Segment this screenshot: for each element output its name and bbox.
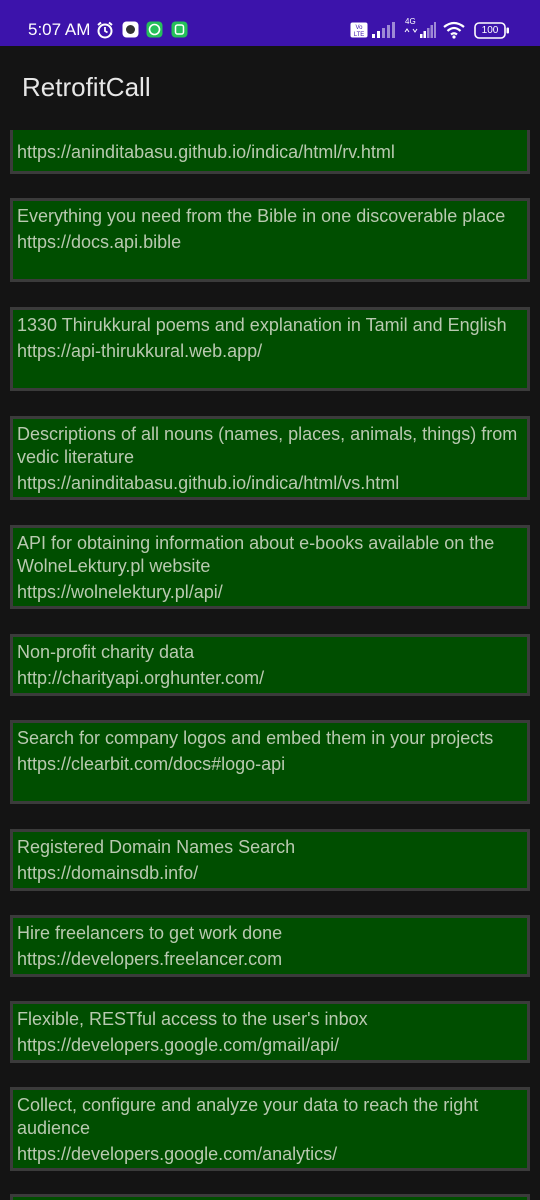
message-icon [171, 21, 188, 38]
item-description: API for obtaining information about e-bo… [17, 533, 495, 576]
volte-icon: Vo LTE [350, 22, 368, 38]
svg-text:LTE: LTE [354, 32, 365, 38]
list-item[interactable]: Hire freelancers to get work done https:… [10, 915, 530, 977]
item-description: Everything you need from the Bible in on… [17, 206, 506, 226]
list-item[interactable]: API for obtaining information about e-bo… [10, 525, 530, 609]
item-url: https://aninditabasu.github.io/indica/ht… [17, 473, 400, 493]
api-list[interactable]: https://aninditabasu.github.io/indica/ht… [0, 130, 540, 1200]
list-item[interactable]: Collect, configure and analyze your data… [10, 1087, 530, 1171]
item-url: https://developers.google.com/gmail/api/ [17, 1035, 340, 1055]
wifi-icon [443, 21, 465, 39]
whatsapp-icon [146, 21, 163, 38]
list-item[interactable]: Registered Domain Names Search https://d… [10, 829, 530, 891]
svg-text:Vo: Vo [355, 25, 363, 31]
list-item[interactable]: Flexible, RESTful access to the user's i… [10, 1001, 530, 1063]
list-item[interactable] [10, 1194, 530, 1200]
alarm-icon [97, 21, 113, 39]
item-description: Search for company logos and embed them … [17, 728, 494, 748]
list-item[interactable]: https://aninditabasu.github.io/indica/ht… [10, 130, 530, 174]
item-description: Flexible, RESTful access to the user's i… [17, 1009, 368, 1029]
list-item[interactable]: Search for company logos and embed them … [10, 720, 530, 804]
item-description: Non-profit charity data [17, 642, 195, 662]
item-description: Hire freelancers to get work done [17, 923, 283, 943]
list-item[interactable]: Everything you need from the Bible in on… [10, 198, 530, 282]
item-description: Registered Domain Names Search [17, 837, 296, 857]
list-item[interactable]: Non-profit charity data http://charityap… [10, 634, 530, 696]
status-time: 5:07 AM [28, 20, 91, 39]
signal-icon [404, 22, 436, 38]
app-bar: RetrofitCall [0, 46, 540, 130]
status-bar: 5:07 AM Vo LTE 4G 100 [0, 0, 540, 46]
item-url: https://wolnelektury.pl/api/ [17, 582, 223, 602]
list-item[interactable]: 1330 Thirukkural poems and explanation i… [10, 307, 530, 391]
list-item[interactable]: Descriptions of all nouns (names, places… [10, 416, 530, 500]
item-url: https://docs.api.bible [17, 232, 182, 252]
item-url: http://charityapi.orghunter.com/ [17, 668, 265, 688]
item-url: https://api-thirukkural.web.app/ [17, 341, 263, 361]
item-description: Collect, configure and analyze your data… [17, 1095, 479, 1138]
signal-icon [372, 22, 395, 38]
item-description: 1330 Thirukkural poems and explanation i… [17, 315, 507, 335]
app-icon [122, 21, 139, 38]
battery-level-label: 100 [481, 25, 499, 36]
item-url: https://clearbit.com/docs#logo-api [17, 754, 286, 774]
item-url: https://domainsdb.info/ [17, 863, 199, 883]
app-title: RetrofitCall [22, 72, 151, 102]
item-url: https://developers.freelancer.com [17, 949, 283, 969]
item-url: https://developers.google.com/analytics/ [17, 1144, 338, 1164]
item-url: https://aninditabasu.github.io/indica/ht… [17, 142, 395, 162]
item-description: Descriptions of all nouns (names, places… [17, 424, 518, 467]
